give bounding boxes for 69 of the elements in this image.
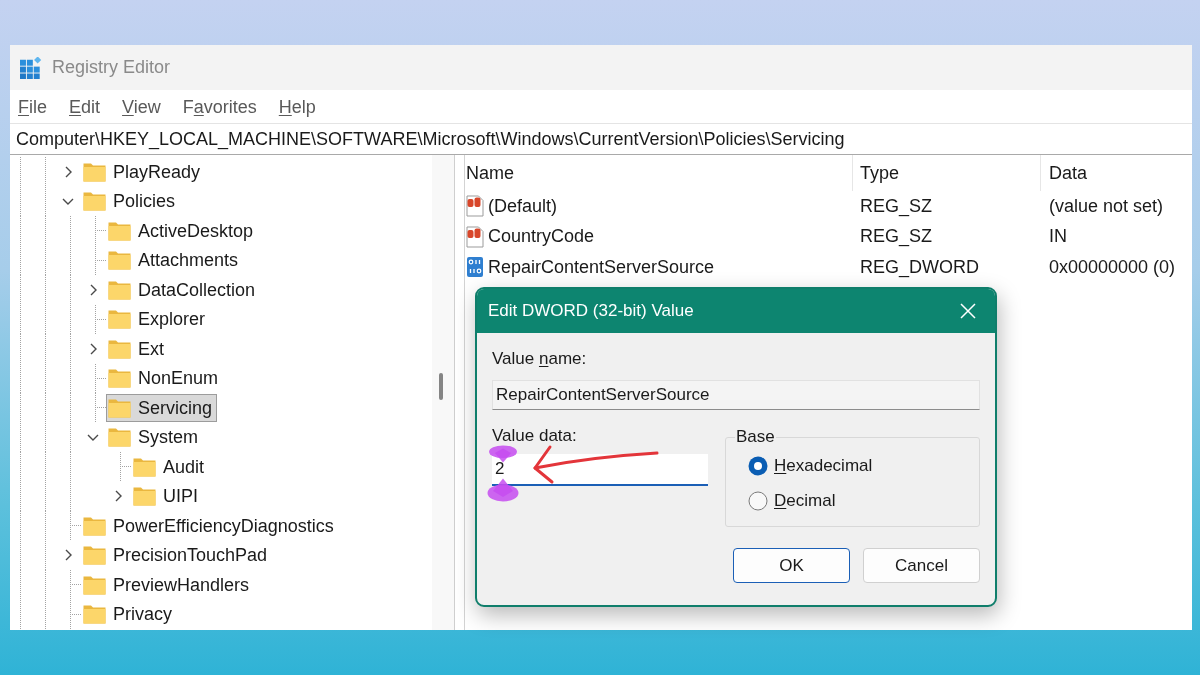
binary-icon [466, 256, 484, 279]
folder-icon [108, 338, 131, 359]
folder-icon [108, 427, 131, 448]
column-header[interactable]: Data [1040, 155, 1192, 191]
column-header[interactable]: Name [465, 155, 852, 191]
folder-icon [108, 220, 131, 241]
folder-icon [108, 250, 131, 271]
group-label: Base [735, 427, 776, 447]
folder-icon [83, 191, 106, 212]
tree-item[interactable]: System [106, 423, 203, 452]
dialog-button[interactable]: OK [733, 548, 850, 583]
tree-item[interactable]: Privacy [81, 600, 177, 629]
document-icon [466, 225, 484, 248]
tree-item[interactable]: Ext [106, 334, 169, 363]
field-label: Value data: [492, 427, 577, 444]
address-bar[interactable]: Computer\HKEY_LOCAL_MACHINE\SOFTWARE\Microsoft\Windows\CurrentVersion\Policies\Servicing [10, 123, 1192, 155]
tree-item[interactable]: PlayReady [81, 157, 206, 186]
menu-item[interactable]: Edit [61, 93, 109, 120]
value-type-cell-text: REG_DWORD [859, 256, 980, 278]
value-data-cell-text: 0x00000000 (0) [1048, 256, 1177, 278]
menu-item[interactable]: View [114, 93, 169, 120]
value-type-cell-text: REG_SZ [859, 226, 934, 248]
dialog-button[interactable]: Cancel [863, 548, 980, 583]
value-name-cell: RepairContentServerSource [488, 256, 715, 278]
field-label: Value name: [492, 348, 587, 370]
folder-icon [83, 515, 106, 536]
radio-option[interactable]: Decimal [748, 486, 979, 516]
dialog-title: Edit DWORD (32-bit) Value [488, 301, 694, 321]
tree-item[interactable]: NonEnum [106, 364, 224, 393]
tree-item[interactable]: Explorer [106, 305, 211, 334]
tree-item[interactable]: Audit [131, 452, 210, 481]
column-header[interactable]: Type [852, 155, 1040, 191]
close-icon[interactable] [960, 303, 976, 319]
window-title: Registry Editor [52, 57, 171, 78]
value-data-cell-text: (value not set) [1048, 195, 1165, 217]
radio-option[interactable]: Hexadecimal [748, 451, 979, 481]
tree-item[interactable]: UIPI [131, 482, 203, 511]
folder-icon [83, 161, 106, 182]
folder-icon [133, 456, 156, 477]
folder-icon [83, 604, 106, 625]
folder-icon [83, 574, 106, 595]
menu-item[interactable]: Favorites [174, 93, 265, 120]
scrollbar-thumb[interactable] [439, 373, 443, 400]
value-data-cell-text: IN [1048, 226, 1068, 248]
document-icon [466, 195, 484, 218]
tree-item[interactable]: Servicing [106, 393, 218, 422]
tree-item[interactable]: Attachments [106, 246, 244, 275]
selection-handle-icon [488, 445, 518, 463]
tree-item[interactable]: PreviewHandlers [81, 570, 255, 599]
folder-icon [83, 545, 106, 566]
tree-item[interactable]: ActiveDesktop [106, 216, 259, 245]
folder-icon [108, 397, 131, 418]
app-icon [20, 56, 42, 79]
value-name-cell: (Default) [488, 195, 558, 217]
tree-item[interactable]: PrecisionTouchPad [81, 541, 273, 570]
tree-item[interactable]: Policies [81, 187, 181, 216]
folder-icon [133, 486, 156, 507]
menu-item[interactable]: Help [270, 93, 324, 120]
value-data-field[interactable]: 2 [492, 454, 708, 486]
value-name-field[interactable]: RepairContentServerSource [492, 380, 980, 410]
folder-icon [108, 368, 131, 389]
folder-icon [108, 309, 131, 330]
value-name-cell: CountryCode [488, 226, 595, 248]
selection-handle-icon [487, 478, 519, 502]
tree-item[interactable]: DataCollection [106, 275, 261, 304]
folder-icon [108, 279, 131, 300]
tree-item[interactable]: PowerEfficiencyDiagnostics [81, 511, 339, 540]
value-type-cell-text: REG_SZ [859, 195, 934, 217]
menu-item[interactable]: File [10, 93, 55, 120]
